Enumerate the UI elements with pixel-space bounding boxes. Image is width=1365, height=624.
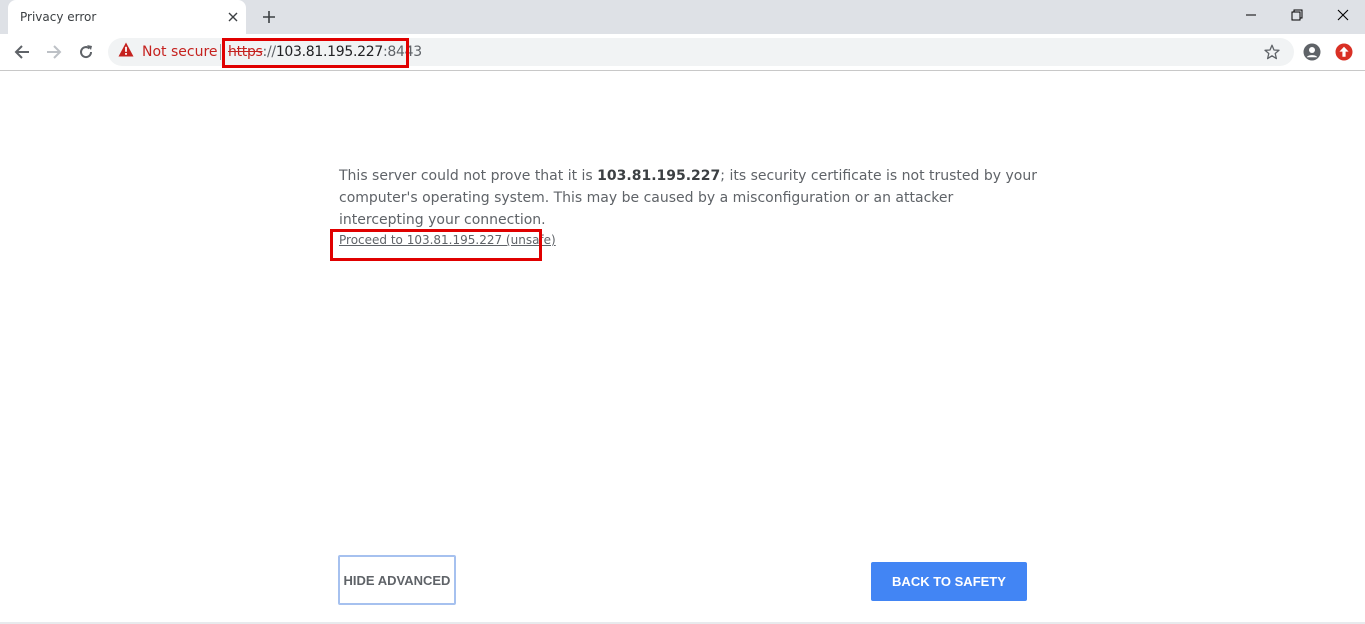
security-details-text: This server could not prove that it is 1… [339, 165, 1039, 231]
details-host: 103.81.195.227 [597, 168, 721, 184]
omnibox[interactable]: Not secure https://103.81.195.227:8443 [108, 38, 1294, 66]
plus-icon[interactable] [258, 6, 280, 28]
close-icon[interactable] [224, 8, 242, 26]
url-scheme: https [228, 44, 263, 60]
omnibox-separator [220, 44, 221, 60]
url-port: :8443 [382, 44, 422, 60]
tab-title: Privacy error [20, 10, 97, 24]
star-icon[interactable] [1262, 42, 1282, 62]
extension-icon[interactable] [1334, 42, 1354, 62]
security-chip[interactable]: Not secure [118, 38, 218, 66]
tab-strip: Privacy error [0, 0, 1365, 34]
toolbar: Not secure https://103.81.195.227:8443 [0, 34, 1365, 71]
reload-icon[interactable] [72, 38, 100, 66]
tab-privacy-error[interactable]: Privacy error [8, 0, 246, 34]
warning-triangle-icon [118, 42, 134, 62]
hide-advanced-button[interactable]: HIDE ADVANCED [338, 555, 456, 605]
proceed-unsafe-link[interactable]: Proceed to 103.81.195.227 (unsafe) [339, 233, 556, 247]
profile-icon[interactable] [1302, 42, 1322, 62]
back-arrow-icon[interactable] [8, 38, 36, 66]
restore-icon[interactable] [1274, 0, 1320, 30]
url-host: 103.81.195.227 [275, 44, 383, 60]
url-separator: :// [262, 44, 277, 60]
forward-arrow-icon[interactable] [40, 38, 68, 66]
minimize-icon[interactable] [1228, 0, 1274, 30]
url-text[interactable]: https://103.81.195.227:8443 [228, 38, 422, 66]
window-close-icon[interactable] [1320, 0, 1365, 30]
back-to-safety-button[interactable]: BACK TO SAFETY [871, 562, 1027, 601]
security-label: Not secure [142, 44, 218, 60]
details-prefix: This server could not prove that it is [339, 168, 598, 184]
